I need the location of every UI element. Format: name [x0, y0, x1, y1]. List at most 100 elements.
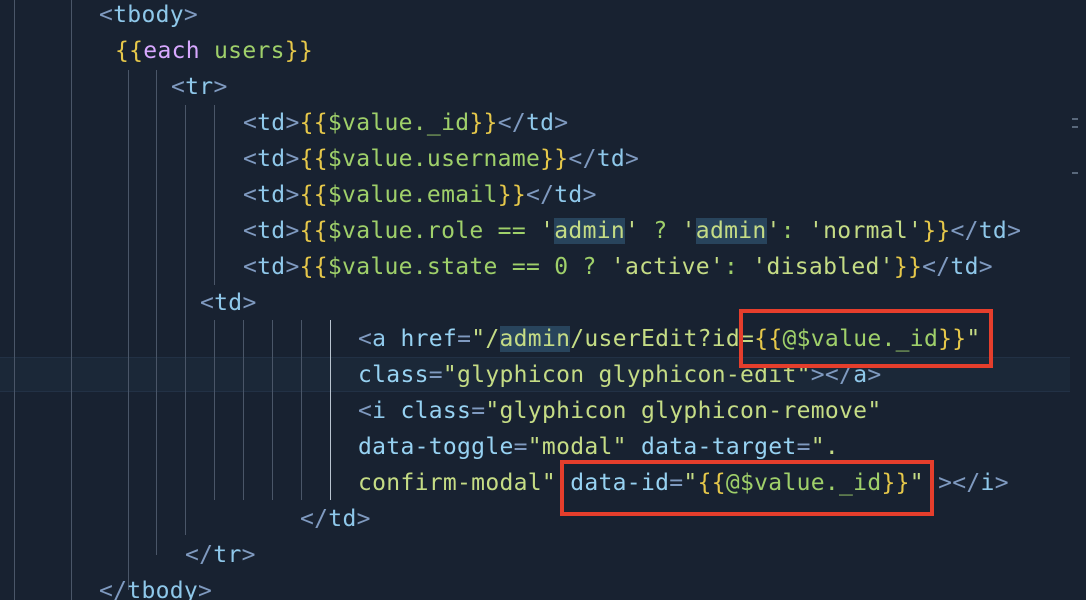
tag-name: i: [372, 398, 387, 424]
tag-name: td: [257, 146, 286, 172]
tag-close-bracket: >: [285, 146, 300, 172]
code-line-8[interactable]: <td>{{$value.state == 0 ? 'active': 'dis…: [243, 249, 993, 285]
attribute-name: class: [358, 362, 429, 388]
tag-open-bracket: <: [358, 398, 373, 424]
indent-guide: [243, 320, 244, 500]
template-expression: @$value._id: [782, 326, 939, 352]
template-open-brace: {{: [115, 38, 144, 64]
tag-close-bracket: >: [198, 578, 213, 600]
tag-open-bracket: <: [200, 290, 215, 316]
code-line-4[interactable]: <td>{{$value._id}}</td>: [243, 105, 568, 141]
attribute-name: href: [386, 326, 458, 352]
minimap-mark: [1072, 118, 1078, 120]
tag-name: td: [950, 254, 979, 280]
string-quote: ': [625, 218, 640, 244]
attribute-name: data-target: [626, 434, 797, 460]
tag-open-bracket: <: [99, 2, 114, 28]
template-keyword: each: [143, 38, 200, 64]
tag-open-bracket: <: [358, 326, 373, 352]
template-close-brace: }}: [497, 182, 526, 208]
string-quote: ": [683, 470, 698, 496]
string-literal: ".: [810, 434, 840, 460]
tag-close-bracket: >: [356, 506, 371, 532]
tag-name: tr: [185, 74, 214, 100]
tag-close-bracket: >: [285, 218, 300, 244]
tag-end-open-bracket: </: [300, 506, 329, 532]
indent-guide: [214, 320, 215, 500]
template-close-brace: }}: [881, 470, 910, 496]
tag-name: td: [257, 110, 286, 136]
string-quote: ': [681, 218, 696, 244]
tag-close-bracket: >: [285, 254, 300, 280]
string-literal: confirm-modal": [358, 470, 557, 496]
template-close-brace: }}: [540, 146, 569, 172]
template-expression: $value.email: [327, 182, 498, 208]
code-line-15[interactable]: </td>: [300, 501, 371, 537]
tag-end-open-bracket: </: [568, 146, 597, 172]
tag-name: tbody: [127, 578, 199, 600]
tag-close-bracket: >: [994, 470, 1009, 496]
tag-name: td: [978, 218, 1008, 244]
template-expression: $value.state == 0 ?: [327, 254, 611, 280]
tag-name: td: [257, 254, 286, 280]
template-open-brace: {{: [299, 182, 328, 208]
attribute-equals: =: [428, 362, 443, 388]
code-line-7[interactable]: <td>{{$value.role == 'admin' ? 'admin': …: [243, 213, 1021, 249]
code-line-6[interactable]: <td>{{$value.email}}</td>: [243, 177, 597, 213]
attribute-equals: =: [457, 326, 472, 352]
template-expression: users: [199, 38, 285, 64]
code-line-5[interactable]: <td>{{$value.username}}</td>: [243, 141, 639, 177]
template-open-brace: {{: [299, 146, 328, 172]
code-line-14[interactable]: confirm-modal" data-id="{{@$value._id}}"…: [358, 465, 1009, 501]
tag-close-bracket: >: [582, 182, 597, 208]
indent-guide: [272, 320, 273, 500]
tag-close-bracket: >: [867, 362, 882, 388]
tag-name: td: [257, 182, 286, 208]
tag-end-open-bracket: </: [497, 110, 526, 136]
indent-guide: [301, 320, 302, 500]
tag-name: a: [372, 326, 387, 352]
indent-guide: [156, 70, 157, 555]
code-line-2[interactable]: {{each users}}: [115, 33, 313, 69]
template-close-brace: }}: [284, 38, 314, 64]
tag-end-open-bracket: </: [950, 218, 979, 244]
tag-open-bracket: <: [243, 254, 258, 280]
string-literal: "/: [471, 326, 500, 352]
tag-close-bracket: >: [241, 542, 256, 568]
tag-name: tr: [213, 542, 242, 568]
tag-name: td: [554, 182, 583, 208]
code-line-1[interactable]: <tbody>: [99, 0, 198, 33]
string-quote: ": [966, 326, 981, 352]
selection-match-string: admin: [554, 218, 626, 244]
template-open-brace: {{: [299, 110, 328, 136]
tag-close-bracket: >: [978, 254, 993, 280]
string-quote: ': [540, 218, 555, 244]
minimap[interactable]: [1070, 0, 1086, 600]
attribute-equals: =: [669, 470, 684, 496]
code-line-13[interactable]: data-toggle="modal" data-target=".: [358, 429, 839, 465]
tag-end-open-bracket: </: [185, 542, 214, 568]
template-expression: $value._id: [327, 110, 470, 136]
indent-guide: [71, 0, 72, 600]
code-line-17[interactable]: </tbody>: [99, 573, 212, 600]
attribute-equals: =: [471, 398, 486, 424]
tag-open-bracket: <: [243, 218, 258, 244]
tag-end-open-bracket: </: [525, 182, 555, 208]
code-line-16[interactable]: </tr>: [185, 537, 256, 573]
tag-name: i: [980, 470, 995, 496]
code-line-10[interactable]: <a href="/admin/userEdit?id={{@$value._i…: [358, 321, 981, 357]
code-line-11[interactable]: class="glyphicon glyphicon-edit"></a>: [358, 357, 882, 393]
string-literal: 'active': [610, 254, 725, 280]
tag-close-bracket: >: [213, 74, 228, 100]
code-editor[interactable]: <tbody> {{each users}} <tr> <td>{{$value…: [0, 0, 1086, 600]
code-line-9[interactable]: <td>: [200, 285, 257, 321]
code-line-12[interactable]: <i class="glyphicon glyphicon-remove": [358, 393, 881, 429]
tag-close-bracket: >: [285, 182, 300, 208]
template-close-brace: }}: [469, 110, 498, 136]
tag-close-bracket: >: [1007, 218, 1022, 244]
tag-open-bracket: <: [243, 146, 258, 172]
tag-end-open-bracket: </: [99, 578, 128, 600]
attribute-name: class: [386, 398, 472, 424]
code-line-3[interactable]: <tr>: [171, 69, 228, 105]
indent-guide: [14, 0, 15, 600]
